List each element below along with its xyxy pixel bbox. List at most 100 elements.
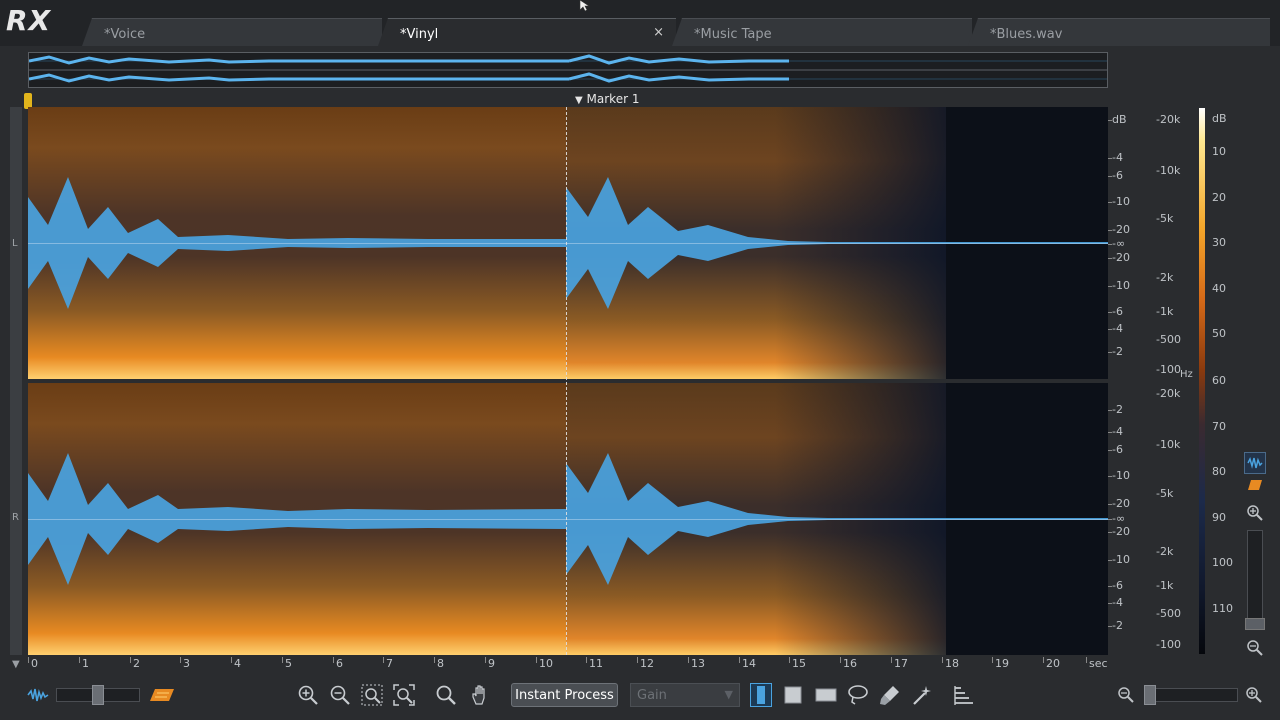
spectrogram-colorbar — [1199, 108, 1205, 654]
time-ruler[interactable]: 0 1 2 3 4 5 6 7 8 9 10 11 12 13 14 15 16… — [28, 657, 1108, 675]
hand-icon[interactable] — [468, 683, 492, 707]
channel-center-line — [28, 243, 1108, 244]
amp-tick: -∞ — [1107, 512, 1126, 525]
time-tick: 12 — [637, 657, 654, 670]
amp-tick: -10 — [1108, 469, 1130, 482]
amp-tick: -10 — [1108, 279, 1130, 292]
vertical-zoom-thumb[interactable] — [1245, 618, 1265, 630]
hz-tick: -5k — [1156, 212, 1174, 225]
zoom-fit-icon[interactable] — [392, 683, 416, 707]
amp-tick: -4 — [1108, 425, 1123, 438]
amp-tick: -4 — [1108, 596, 1123, 609]
vertical-zoom-out-icon[interactable] — [1244, 637, 1266, 659]
horizontal-zoom-slider[interactable] — [1144, 688, 1238, 702]
zoom-out-icon[interactable] — [328, 683, 352, 707]
waveform-view-icon[interactable] — [26, 684, 50, 706]
amp-tick: -4 — [1108, 151, 1123, 164]
horizontal-zoom-in-icon[interactable] — [1244, 685, 1264, 705]
colorbar-tick: 60 — [1212, 374, 1226, 387]
time-tick: 6 — [333, 657, 343, 670]
brush-tool-icon[interactable] — [878, 683, 902, 707]
waveform-overview[interactable] — [28, 52, 1108, 88]
hz-tick: -100 — [1156, 638, 1181, 651]
time-tick: 7 — [383, 657, 393, 670]
time-tick: 15 — [789, 657, 806, 670]
vertical-scrollbar[interactable] — [10, 107, 22, 655]
vertical-zoom-slider[interactable] — [1247, 530, 1263, 630]
channel-center-line — [28, 519, 1108, 520]
time-tick: 14 — [739, 657, 756, 670]
amp-tick: -20 — [1108, 223, 1130, 236]
vertical-zoom-in-icon[interactable] — [1244, 502, 1266, 524]
amp-tick: -20 — [1108, 251, 1130, 264]
hz-tick: -1k — [1156, 305, 1174, 318]
chevron-down-icon: ▼ — [724, 688, 733, 701]
marker-1[interactable]: ▼ Marker 1 — [575, 92, 639, 106]
amp-tick: -6 — [1108, 169, 1123, 182]
colorbar-tick: 100 — [1212, 556, 1233, 569]
time-tick: 2 — [130, 657, 140, 670]
horizontal-zoom-thumb[interactable] — [1144, 685, 1156, 705]
colorbar-tick: 30 — [1212, 236, 1226, 249]
amp-tick: -10 — [1108, 195, 1130, 208]
tab-vinyl[interactable]: *Vinyl × — [378, 18, 676, 46]
hz-tick: -10k — [1156, 438, 1181, 451]
tab-label: *Voice — [104, 27, 146, 42]
hz-tick: -500 — [1156, 607, 1181, 620]
horizontal-zoom-out-icon[interactable] — [1116, 685, 1136, 705]
zoom-selection-icon[interactable] — [360, 683, 384, 707]
rx-editor-window: RX *Voice *Vinyl × *Music Tape *Blues.wa… — [0, 0, 1280, 720]
zoom-in-icon[interactable] — [296, 683, 320, 707]
harmonic-selection-tool-icon[interactable] — [952, 683, 976, 707]
magic-wand-tool-icon[interactable] — [910, 683, 934, 707]
channel-label-left: L — [12, 238, 18, 249]
time-tick: 18 — [942, 657, 959, 670]
hz-unit-label: Hz — [1180, 369, 1193, 380]
scroll-down-arrow-icon[interactable]: ▼ — [12, 659, 20, 670]
tab-bar: RX *Voice *Vinyl × *Music Tape *Blues.wa… — [0, 0, 1280, 46]
time-tick: 19 — [992, 657, 1009, 670]
time-tick: 17 — [891, 657, 908, 670]
colorbar-tick: 10 — [1212, 145, 1226, 158]
time-tick: 16 — [840, 657, 857, 670]
spectrogram-display[interactable] — [28, 107, 1108, 655]
amp-tick: -6 — [1108, 443, 1123, 456]
amp-tick: -20 — [1108, 525, 1130, 538]
colorbar-tick: 90 — [1212, 511, 1226, 524]
amp-tick: -20 — [1108, 497, 1130, 510]
time-tick: 4 — [231, 657, 241, 670]
colorbar-scale: dB 10 20 30 40 50 60 70 80 90 100 110 — [1208, 108, 1248, 654]
hz-tick: -10k — [1156, 164, 1181, 177]
colorbar-tick: 80 — [1212, 465, 1226, 478]
blend-slider-thumb[interactable] — [92, 685, 104, 705]
time-tick: 11 — [586, 657, 603, 670]
tab-blues-wav[interactable]: *Blues.wav — [968, 18, 1270, 46]
spectrogram-display-toggle-icon[interactable] — [1244, 474, 1266, 496]
tab-music-tape[interactable]: *Music Tape — [672, 18, 972, 46]
time-tick: 3 — [180, 657, 190, 670]
rectangle-selection-tool-icon[interactable] — [782, 683, 804, 707]
marker-label: Marker 1 — [586, 92, 640, 106]
hz-tick: -100 — [1156, 363, 1181, 376]
close-tab-icon[interactable]: × — [653, 25, 664, 40]
time-unit: sec — [1086, 657, 1108, 670]
channel-label-right: R — [12, 512, 19, 523]
frequency-selection-tool-icon[interactable] — [814, 683, 838, 707]
time-tick: 0 — [28, 657, 38, 670]
app-logo: RX — [6, 4, 52, 37]
instant-process-module-select[interactable]: Gain ▼ — [630, 683, 740, 707]
colorbar-tick: 110 — [1212, 602, 1233, 615]
magnify-icon[interactable] — [434, 683, 458, 707]
time-tick: 9 — [485, 657, 495, 670]
spectrogram-view-icon[interactable] — [148, 684, 176, 706]
waveform-display-toggle-icon[interactable] — [1244, 452, 1266, 474]
channel-left — [28, 107, 1108, 379]
time-tick: 10 — [536, 657, 553, 670]
instant-process-button[interactable]: Instant Process — [511, 683, 618, 707]
tab-voice[interactable]: *Voice — [82, 18, 382, 46]
time-selection-tool-icon[interactable] — [750, 683, 772, 707]
mouse-cursor-icon — [579, 0, 590, 12]
tab-label: *Blues.wav — [990, 27, 1063, 42]
lasso-tool-icon[interactable] — [846, 683, 870, 707]
marker-triangle-icon: ▼ — [575, 95, 583, 106]
